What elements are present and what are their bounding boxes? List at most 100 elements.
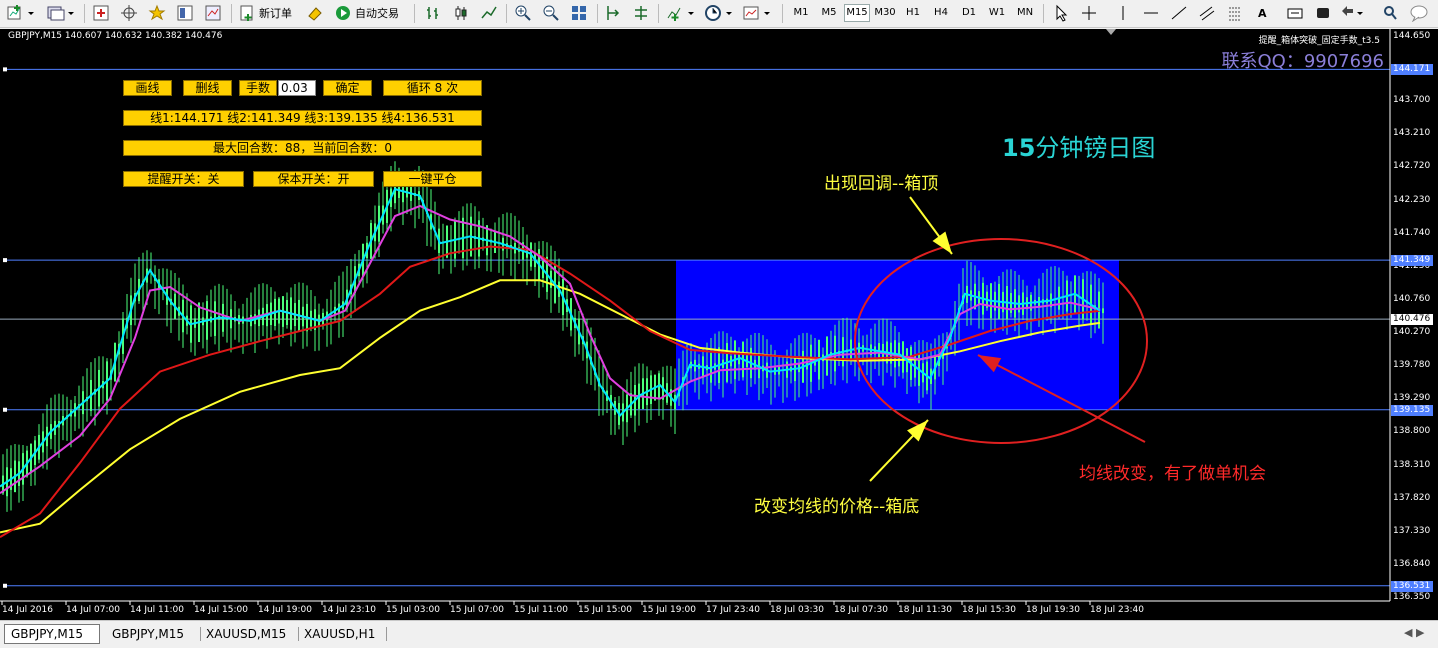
- chat-icon[interactable]: [1409, 4, 1431, 22]
- new-chart-icon[interactable]: [6, 4, 36, 22]
- timeframe-h4[interactable]: H4: [928, 4, 954, 22]
- bar-chart-icon[interactable]: [424, 4, 442, 22]
- tester-icon[interactable]: [204, 4, 222, 22]
- price-label: 139.290: [1393, 393, 1431, 404]
- crosshair-nav-icon[interactable]: [120, 4, 138, 22]
- price-label: 138.310: [1393, 459, 1431, 470]
- auto-trading-label: 自动交易: [355, 7, 399, 20]
- chart-shift-marker: [1106, 29, 1116, 35]
- line-chart-icon[interactable]: [480, 4, 498, 22]
- time-label: 14 Jul 19:00: [258, 605, 312, 615]
- indicators-icon[interactable]: [666, 4, 696, 22]
- timeframe-m15[interactable]: M15: [844, 4, 870, 22]
- zoom-out-icon[interactable]: [542, 4, 560, 22]
- price-label: 136.350: [1393, 592, 1431, 602]
- metaeditor-icon[interactable]: [306, 4, 324, 22]
- price-tag-line2: 141.349: [1391, 255, 1433, 267]
- box-top-annotation: 出现回调--箱顶: [824, 174, 939, 194]
- price-label: 141.740: [1393, 227, 1431, 238]
- time-label: 15 Jul 11:00: [514, 605, 568, 615]
- hline-handle-line3: [3, 407, 7, 412]
- chart-tab[interactable]: GBPJPY,M15: [106, 625, 190, 643]
- lines-info: 线1:144.171 线2:141.349 线3:139.135 线4:136.…: [123, 110, 482, 126]
- chart-tab[interactable]: GBPJPY,M15: [4, 624, 100, 644]
- lots-input[interactable]: 0.03: [278, 80, 316, 96]
- favorites-icon[interactable]: [148, 4, 166, 22]
- price-label: 140.760: [1393, 293, 1431, 304]
- time-label: 18 Jul 07:30: [834, 605, 888, 615]
- periods-icon[interactable]: [704, 4, 734, 22]
- templates-icon[interactable]: [742, 4, 772, 22]
- cursor-icon[interactable]: [1052, 4, 1070, 22]
- crosshair-icon[interactable]: [1080, 4, 1098, 22]
- timeframe-w1[interactable]: W1: [984, 4, 1010, 22]
- breakeven-toggle-button[interactable]: 保本开关：开: [253, 171, 374, 187]
- chart-shift-icon[interactable]: [632, 4, 650, 22]
- time-label: 14 Jul 15:00: [194, 605, 248, 615]
- chart-window[interactable]: GBPJPY,M15 140.607 140.632 140.382 140.4…: [0, 29, 1438, 620]
- search-icon[interactable]: [1381, 4, 1399, 22]
- toolbar: 新订单 自动交易 M1 M5 M15 M30 H1 H4 D1 W1 MN A: [0, 0, 1438, 28]
- time-label: 18 Jul 19:30: [1026, 605, 1080, 615]
- channel-icon[interactable]: [1198, 4, 1216, 22]
- alert-toggle-button[interactable]: 提醒开关：关: [123, 171, 244, 187]
- trendline-icon[interactable]: [1170, 4, 1188, 22]
- price-tag-line4: 136.531: [1391, 580, 1433, 592]
- new-order-button[interactable]: 新订单: [238, 4, 292, 22]
- hline-handle-line2: [3, 258, 7, 263]
- time-label: 18 Jul 11:30: [898, 605, 952, 615]
- ea-info: 提醒_箱体突破_固定手数_t3.5: [1258, 36, 1380, 46]
- time-label: 18 Jul 15:30: [962, 605, 1016, 615]
- price-label: 143.210: [1393, 128, 1431, 139]
- terminal-icon[interactable]: [176, 4, 194, 22]
- price-label: 136.840: [1393, 558, 1431, 569]
- objects-icon[interactable]: [1314, 4, 1332, 22]
- price-tag-current: 140.476: [1391, 314, 1433, 326]
- time-label: 15 Jul 07:00: [450, 605, 504, 615]
- timeframe-mn[interactable]: MN: [1012, 4, 1038, 22]
- delete-line-button[interactable]: 删线: [183, 80, 232, 96]
- text-label-icon[interactable]: [1286, 4, 1304, 22]
- chart-tab[interactable]: XAUUSD,M15: [200, 625, 292, 643]
- text-icon[interactable]: A: [1258, 4, 1267, 22]
- arrows-icon[interactable]: [1340, 4, 1366, 22]
- timeframe-h1[interactable]: H1: [900, 4, 926, 22]
- price-label: 140.270: [1393, 327, 1431, 338]
- tab-scroll-arrows[interactable]: ◀ ▶: [1404, 626, 1424, 639]
- price-tag-line3: 139.135: [1391, 404, 1433, 416]
- fibonacci-icon[interactable]: [1226, 4, 1244, 22]
- price-label: 139.780: [1393, 360, 1431, 371]
- market-watch-icon[interactable]: [92, 4, 110, 22]
- time-label: 14 Jul 11:00: [130, 605, 184, 615]
- vertical-line-icon[interactable]: [1114, 4, 1132, 22]
- close-all-button[interactable]: 一键平仓: [383, 171, 482, 187]
- draw-line-button[interactable]: 画线: [123, 80, 172, 96]
- timeframe-m1[interactable]: M1: [788, 4, 814, 22]
- time-label: 14 Jul 23:10: [322, 605, 376, 615]
- timeframe-m5[interactable]: M5: [816, 4, 842, 22]
- profiles-icon[interactable]: [46, 4, 76, 22]
- confirm-button[interactable]: 确定: [323, 80, 372, 96]
- auto-trading-button[interactable]: 自动交易: [334, 4, 399, 22]
- chart-tabs: GBPJPY,M15 GBPJPY,M15 XAUUSD,M15 XAUUSD,H1 ◀…: [0, 620, 1438, 648]
- time-label: 18 Jul 03:30: [770, 605, 824, 615]
- tile-windows-icon[interactable]: [570, 4, 588, 22]
- timeframe-m30[interactable]: M30: [872, 4, 898, 22]
- chart-tab[interactable]: XAUUSD,H1: [298, 625, 381, 643]
- auto-scroll-icon[interactable]: [604, 4, 622, 22]
- candlestick-icon[interactable]: [452, 4, 470, 22]
- contact-info: 联系QQ：9907696: [1221, 51, 1384, 72]
- title-number: 15: [1002, 134, 1036, 162]
- ma-change-annotation: 均线改变，有了做单机会: [1079, 464, 1266, 484]
- box-bottom-annotation: 改变均线的价格--箱底: [754, 497, 920, 517]
- zoom-in-icon[interactable]: [514, 4, 532, 22]
- time-label: 17 Jul 23:40: [706, 605, 760, 615]
- breakout-box: [676, 260, 1119, 410]
- time-label: 15 Jul 19:00: [642, 605, 696, 615]
- timeframe-d1[interactable]: D1: [956, 4, 982, 22]
- price-label: 143.700: [1393, 95, 1431, 106]
- time-label: 15 Jul 15:00: [578, 605, 632, 615]
- hline-handle-line1: [3, 67, 7, 72]
- candle-body: [1102, 308, 1104, 314]
- horizontal-line-icon[interactable]: [1142, 4, 1160, 22]
